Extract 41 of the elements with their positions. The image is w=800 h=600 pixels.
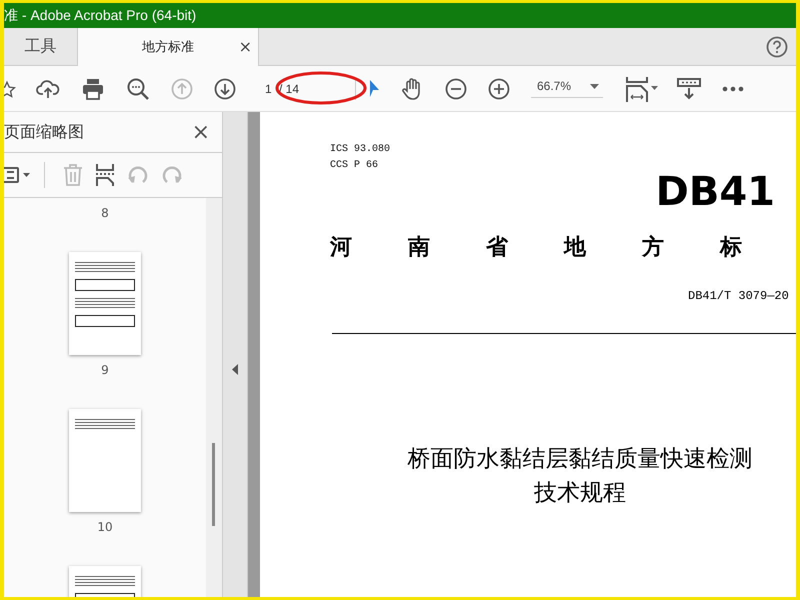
heading-character: 省 [486,234,508,262]
document-title: 技术规程 [534,479,626,508]
tab[interactable]: 地方标准 × [77,28,259,66]
print-icon[interactable] [81,78,105,100]
heading-character: 河 [330,234,352,262]
page-number: 10 [97,520,113,534]
zoom-in-icon[interactable] [488,78,510,100]
heading-character: 南 [408,234,430,262]
scrollbar-thumb[interactable] [212,443,215,526]
page-number: 8 [101,206,109,220]
close-icon[interactable]: × [238,39,252,55]
close-icon[interactable]: × [192,120,210,144]
page-thumbnail[interactable] [69,409,141,512]
page-insert-icon[interactable] [95,164,115,186]
zoom-out-icon[interactable] [445,78,467,100]
standard-logo: DB41 [656,172,775,212]
fit-page-icon[interactable] [625,76,659,102]
keyboard-download-icon[interactable] [677,76,701,100]
panel-title: 页面缩略图 [4,122,84,142]
more-icon[interactable] [722,86,744,92]
ccs-code: CCS P 66 [330,159,380,173]
page-number-field[interactable]: 1 [265,82,275,96]
page-number: 9 [101,363,109,377]
ics-code: ICS 93.080 [330,143,392,157]
options-icon[interactable] [4,167,32,183]
zoom-dropdown[interactable]: 66.7% [531,79,603,98]
window-title: 准 - Adobe Acrobat Pro (64-bit) [4,6,196,24]
standard-number: DB41/T 3079—20 [688,289,789,303]
cloud-upload-icon[interactable] [36,78,60,100]
caret-icon [590,84,599,88]
document-title: 桥面防水黏结层黏结质量快速检测 [408,445,752,474]
page-thumbnail[interactable] [69,252,141,355]
help-icon[interactable] [766,36,788,58]
search-icon[interactable] [126,76,150,100]
tab[interactable]: 工具 [4,28,77,65]
heading-character: 标 [720,234,742,262]
arrow-down-icon[interactable] [214,78,236,100]
collapse-arrow-icon[interactable] [232,364,238,375]
heading-character: 方 [642,234,664,262]
heading-character: 地 [564,234,586,262]
cursor-icon[interactable] [368,78,380,98]
